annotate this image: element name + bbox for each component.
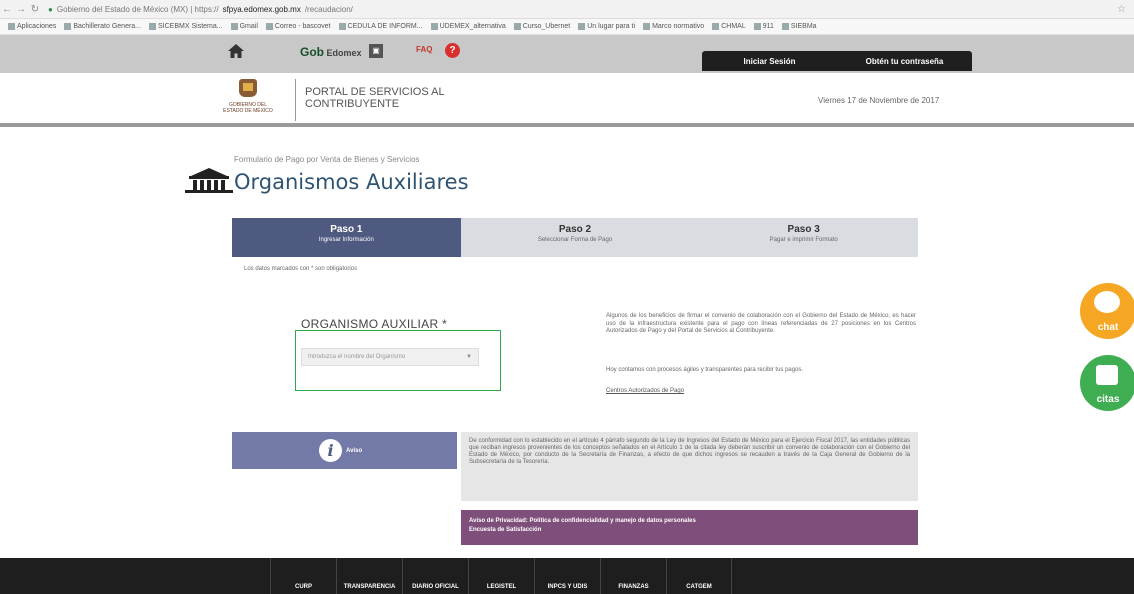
header-divider: [295, 79, 296, 121]
aviso-box: [232, 432, 457, 469]
building-icon: [185, 168, 233, 193]
chat-icon: [1094, 291, 1120, 313]
bookmark-item[interactable]: Correo - bascovet: [265, 23, 331, 30]
url-host: sfpya.edomex.gob.mx: [222, 4, 301, 14]
gmail-icon: [230, 23, 238, 30]
info-text-2: Hoy contamos con procesos ágiles y trans…: [606, 367, 804, 373]
step-2: Paso 2 Seleccionar Forma de Pago: [460, 218, 690, 257]
bookmark-item[interactable]: Curso_Ubernet: [513, 23, 570, 30]
lock-icon: ●: [48, 4, 53, 14]
chat-label: chat: [1097, 322, 1119, 333]
bookmark-icon: [338, 23, 346, 30]
footer-link-catgem[interactable]: CATGEM: [666, 558, 732, 594]
bookmark-item[interactable]: Bachillerato Genera...: [64, 23, 141, 30]
organismo-select[interactable]: Introduzca el nombre del Organismo ▼: [301, 348, 479, 366]
bookmark-icon: [643, 23, 651, 30]
logo-text: GOBIERNO DEL ESTADO DE MÉXICO: [223, 102, 273, 114]
bookmark-item[interactable]: CHMAL: [712, 23, 746, 30]
bookmark-item[interactable]: Gmail: [230, 23, 258, 30]
browser-address-bar: ← → ↻ ● Gobierno del Estado de México (M…: [0, 0, 1134, 19]
outlook-icon: [265, 23, 273, 30]
footer-nav: CURP TRANSPARENCIA DIARIO OFICIAL LEGIST…: [270, 558, 732, 594]
citas-button[interactable]: citas: [1080, 355, 1134, 411]
footer-link-legistel[interactable]: LEGISTEL: [468, 558, 534, 594]
chat-button[interactable]: chat: [1080, 283, 1134, 339]
step-subtitle: Seleccionar Forma de Pago: [537, 237, 613, 243]
aviso-text: De conformidad con lo establecido en el …: [461, 432, 918, 501]
footer-link-finanzas[interactable]: FINANZAS: [600, 558, 666, 594]
bookmark-item[interactable]: Aplicaciones: [8, 23, 56, 30]
aviso-label: Aviso: [346, 448, 363, 454]
footer-link-inpcs[interactable]: INPCS Y UDIS: [534, 558, 600, 594]
info-text: Algunos de los beneficios de firmar el c…: [606, 313, 916, 334]
step-subtitle: Ingresar Información: [318, 237, 374, 243]
back-icon[interactable]: ←: [0, 4, 14, 15]
page-title: Organismos Auxiliares: [234, 170, 469, 194]
step-indicator: Paso 1 Ingresar Información Paso 2 Selec…: [232, 218, 919, 257]
apps-icon: [8, 23, 15, 30]
calendar-icon: [1096, 365, 1118, 385]
survey-link[interactable]: Encuesta de Satisfacción: [469, 526, 910, 535]
bookmarks-bar: Aplicaciones Bachillerato Genera... SICE…: [0, 19, 1134, 35]
bookmark-item[interactable]: Un lugar para ti: [578, 23, 635, 30]
step-title: Paso 1: [330, 224, 363, 235]
privacy-bar: Aviso de Privacidad: Política de confide…: [461, 510, 918, 545]
bookmark-item[interactable]: SICEBMX Sistema...: [149, 23, 223, 30]
bookmark-icon: [149, 23, 157, 30]
footer-link-curp[interactable]: CURP: [270, 558, 336, 594]
bookmark-icon: [430, 23, 438, 30]
session-box: Iniciar Sesión Obtén tu contraseña: [702, 51, 972, 71]
info-icon: i: [319, 439, 342, 462]
centros-link[interactable]: Centros Autorizados de Pago: [606, 388, 684, 394]
step-title: Paso 2: [558, 224, 592, 235]
step-title: Paso 3: [787, 224, 820, 235]
select-placeholder: Introduzca el nombre del Organismo: [308, 354, 406, 360]
reload-icon[interactable]: ↻: [28, 4, 42, 15]
bookmark-icon: [513, 23, 521, 30]
current-date: Viernes 17 de Noviembre de 2017: [818, 96, 940, 105]
portal-title: PORTAL DE SERVICIOS AL CONTRIBUYENTE: [305, 86, 445, 110]
step-1: Paso 1 Ingresar Información: [232, 218, 461, 257]
home-icon[interactable]: [227, 43, 245, 59]
bookmark-item[interactable]: 911: [753, 23, 774, 30]
privacy-link[interactable]: Aviso de Privacidad: Política de confide…: [469, 517, 910, 526]
help-icon[interactable]: ?: [445, 43, 460, 58]
footer-link-transparencia[interactable]: TRANSPARENCIA: [336, 558, 402, 594]
footer-link-diario-oficial[interactable]: DIARIO OFICIAL: [402, 558, 468, 594]
bookmark-star-icon[interactable]: ☆: [1117, 4, 1126, 15]
bookmark-item[interactable]: SIEBMa: [781, 23, 817, 30]
url-field[interactable]: ● Gobierno del Estado de México (MX) | h…: [48, 5, 353, 14]
bookmark-icon: [578, 23, 586, 30]
bookmark-item[interactable]: UDEMEX_alternativa: [430, 23, 506, 30]
bookmark-icon: [712, 23, 720, 30]
footer: CURP TRANSPARENCIA DIARIO OFICIAL LEGIST…: [0, 558, 1134, 594]
bookmark-item[interactable]: Marco normativo: [643, 23, 704, 30]
citas-label: citas: [1096, 394, 1120, 405]
faq-link[interactable]: FAQ: [416, 45, 432, 54]
url-path: /recaudacion/: [304, 4, 353, 14]
gob-edomex-icon[interactable]: Gob Edomex: [300, 45, 362, 59]
step-3: Paso 3 Pagar e imprimir Formato: [689, 218, 919, 257]
url-prefix: Gobierno del Estado de México (MX) | htt…: [56, 4, 219, 14]
bookmark-icon: [753, 23, 761, 30]
crest-icon: [239, 79, 257, 97]
social-icon[interactable]: ▣: [369, 44, 383, 58]
bookmark-item[interactable]: CEDULA DE INFORM...: [338, 23, 423, 30]
password-link[interactable]: Obtén tu contraseña: [837, 57, 972, 66]
page-subtitle: Formulario de Pago por Venta de Bienes y…: [234, 155, 420, 164]
bookmark-icon: [781, 23, 789, 30]
login-link[interactable]: Iniciar Sesión: [702, 57, 837, 66]
government-logo[interactable]: GOBIERNO DEL ESTADO DE MÉXICO: [223, 79, 273, 121]
bookmark-icon: [64, 23, 72, 30]
dropdown-arrow-icon[interactable]: ▼: [466, 354, 472, 360]
org-label: ORGANISMO AUXILIAR *: [301, 317, 448, 331]
forward-icon[interactable]: →: [14, 4, 28, 15]
portal-header: GOBIERNO DEL ESTADO DE MÉXICO PORTAL DE …: [0, 73, 1134, 127]
required-note: Los datos marcados con * son obligatorio…: [244, 266, 358, 272]
step-subtitle: Pagar e imprimir Formato: [769, 237, 838, 243]
